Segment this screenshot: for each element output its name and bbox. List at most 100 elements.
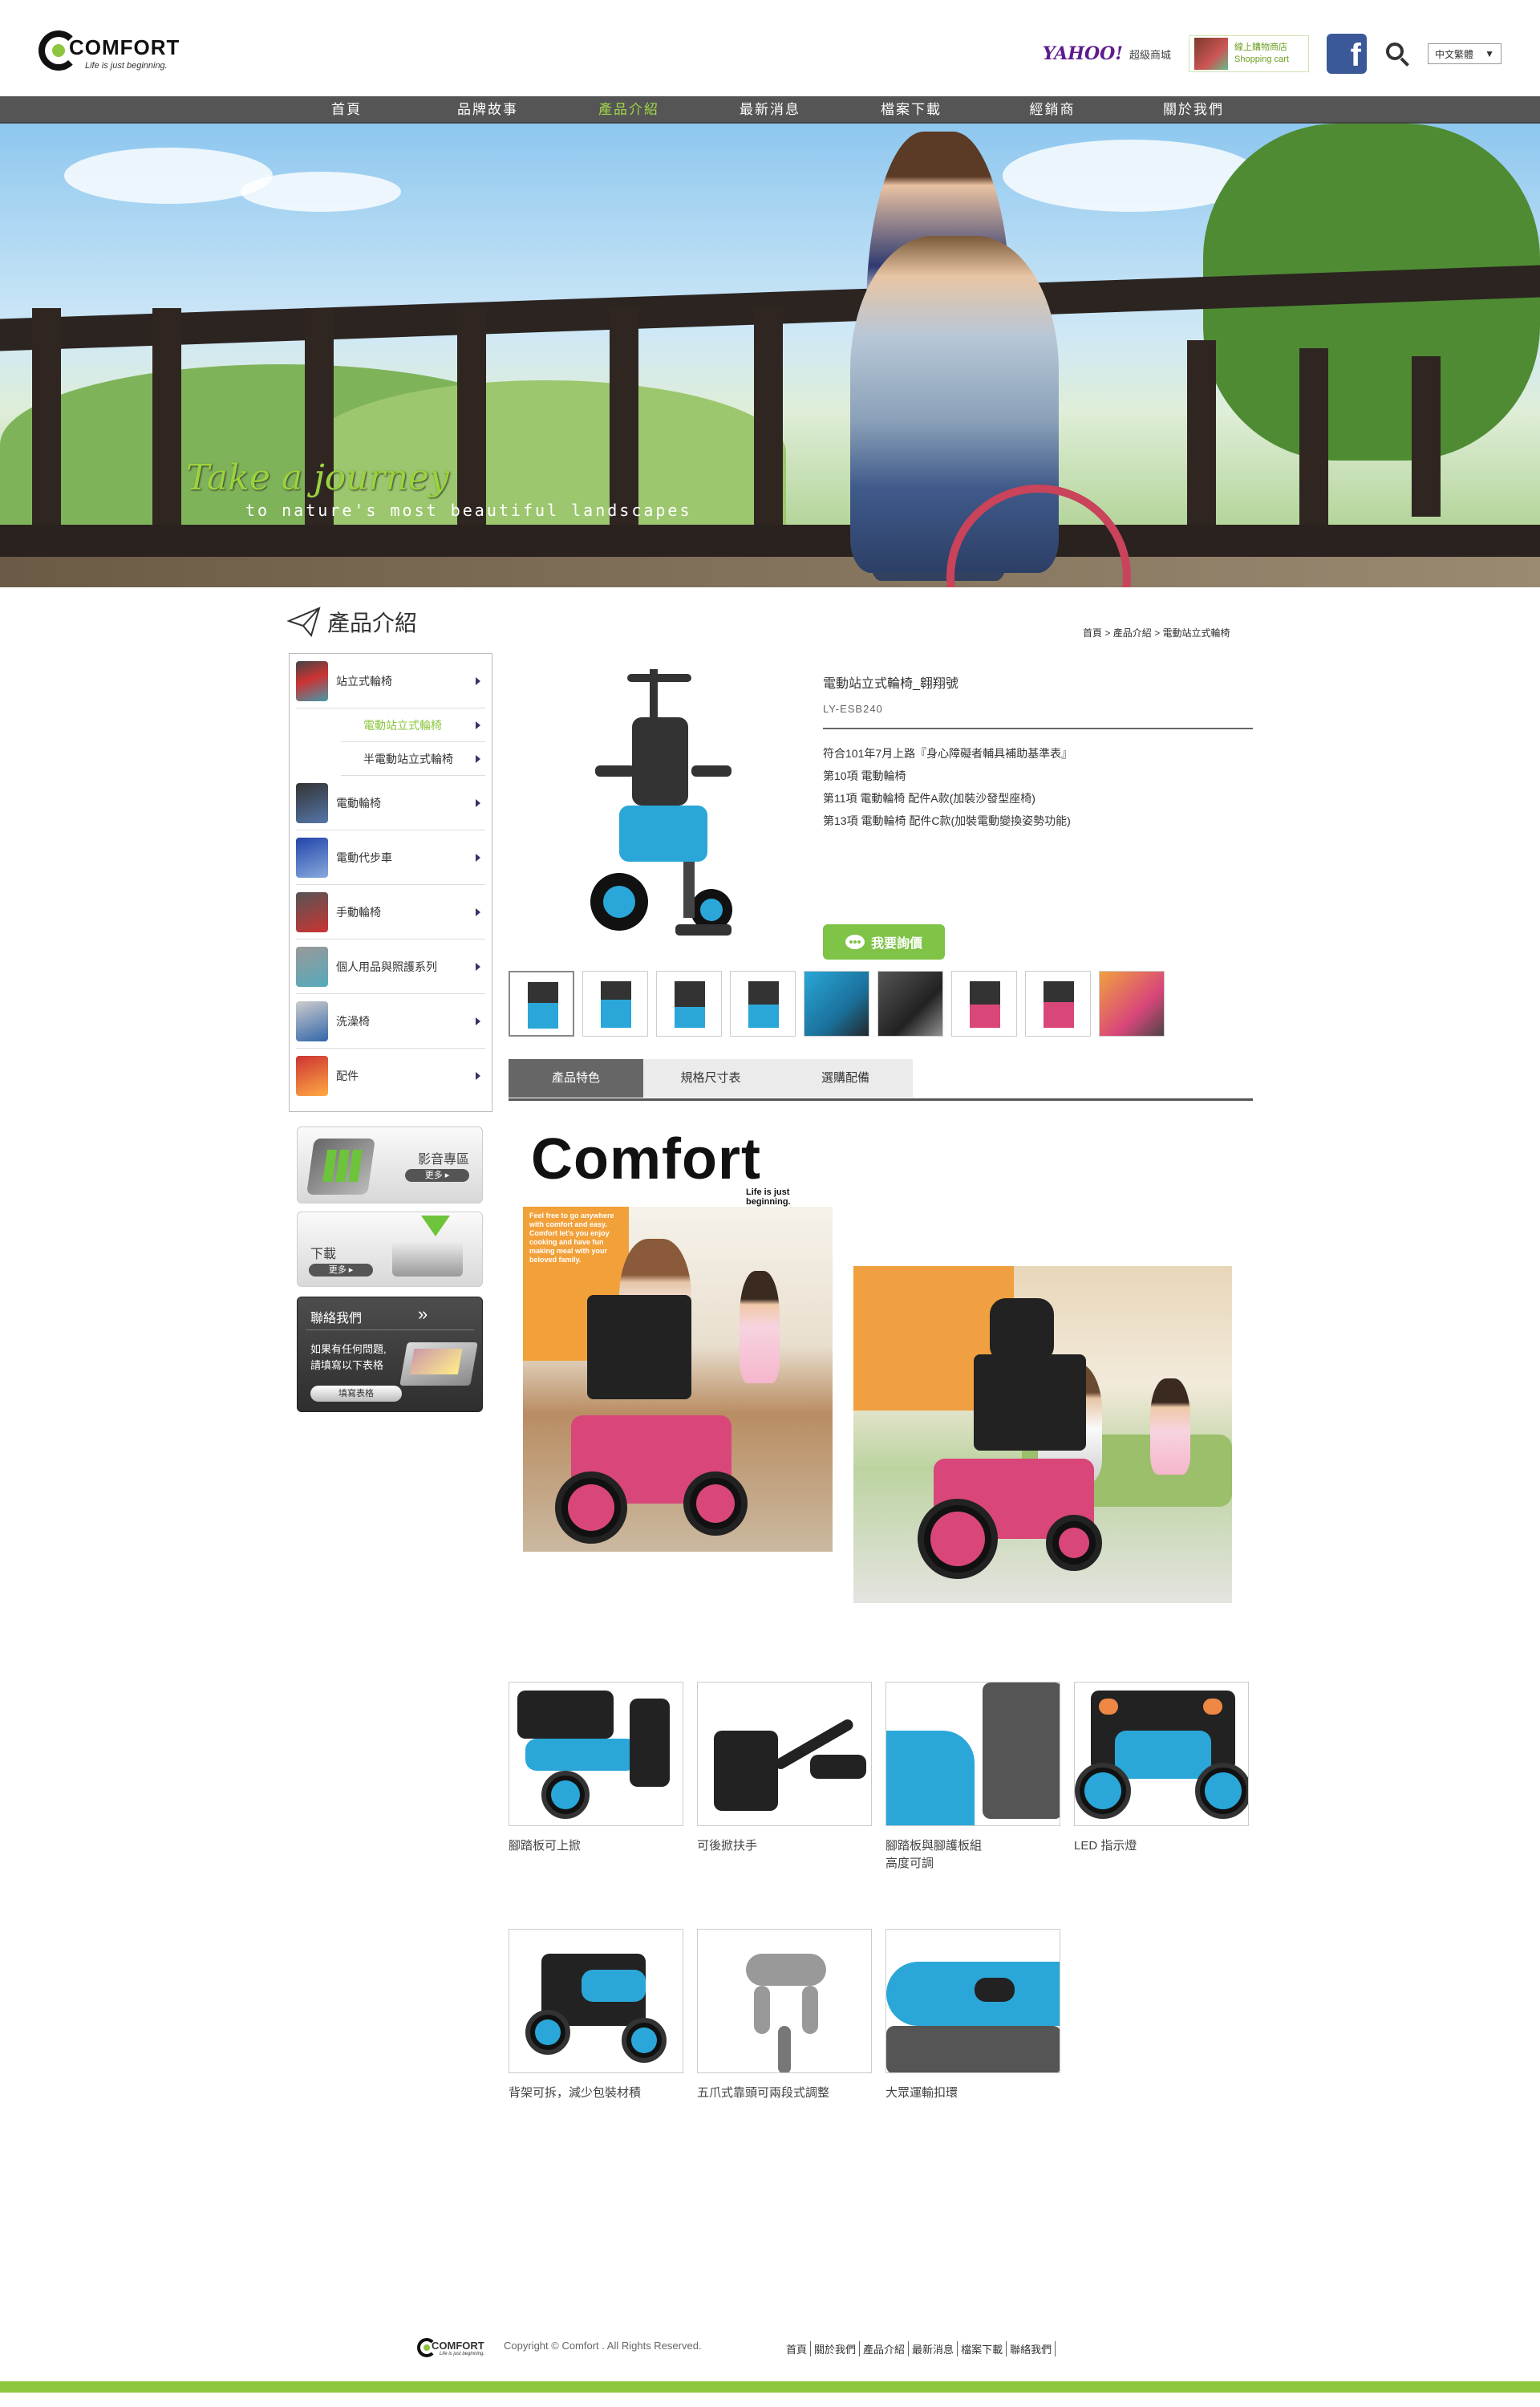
footer-link-contact[interactable]: 聯絡我們 xyxy=(1007,2341,1056,2356)
footer-logo[interactable]: COMFORT Life is just beginning. xyxy=(417,2336,507,2360)
ad-text: Feel free to go anywhere with comfort an… xyxy=(529,1212,614,1264)
feature-item[interactable]: 可後掀扶手 xyxy=(697,1682,872,1855)
feature-caption: 大眾運輸扣環 xyxy=(886,2086,958,2100)
yahoo-mall-link[interactable]: YAHOO! 超級商城 xyxy=(1042,43,1171,64)
product-description: 符合101年7月上路『身心障礙者輔具補助基準表』 第10項 電動輪椅 第11項 … xyxy=(823,742,1253,832)
sidebar-subitem-semi-electric-standing[interactable]: 半電動站立式輪椅 xyxy=(341,742,485,776)
shopping-cart-link[interactable]: 線上購物商店 Shopping cart xyxy=(1189,35,1309,72)
site-header: COMFORT Life is just beginning. YAHOO! 超… xyxy=(0,0,1540,96)
tab-specifications[interactable]: 規格尺寸表 xyxy=(643,1059,778,1098)
fill-form-button[interactable]: 填寫表格 xyxy=(310,1386,402,1402)
banner-subline: to nature's most beautiful landscapes xyxy=(245,501,692,520)
nav-item-about[interactable]: 關於我們 xyxy=(1123,96,1264,122)
product-info: 電動站立式輪椅_翱翔號 LY-ESB240 符合101年7月上路『身心障礙者輔具… xyxy=(823,672,1253,832)
video-zone-card[interactable]: 影音專區 更多 ▸ xyxy=(297,1126,483,1204)
comfort-logo[interactable]: COMFORT Life is just beginning. xyxy=(38,29,207,77)
tab-optional-accessories[interactable]: 選購配備 xyxy=(778,1059,913,1098)
tab-features[interactable]: 產品特色 xyxy=(509,1059,643,1098)
chevron-right-icon xyxy=(476,755,480,763)
product-thumbnail[interactable] xyxy=(582,971,648,1037)
sidebar-item-label: 電動代步車 xyxy=(336,850,392,864)
living-room-image xyxy=(853,1266,1232,1603)
product-thumbnail[interactable] xyxy=(730,971,796,1037)
footer-link-news[interactable]: 最新消息 xyxy=(909,2341,958,2356)
feature-item[interactable]: 腳踏板與腳護板組 高度可調 xyxy=(886,1682,1060,1873)
video-more-button[interactable]: 更多 ▸ xyxy=(405,1169,469,1182)
product-thumbnail[interactable] xyxy=(1099,971,1165,1037)
description-line: 第10項 電動輪椅 xyxy=(823,769,906,782)
product-main-image[interactable] xyxy=(563,669,764,950)
sidebar-item-scooter[interactable]: 電動代步車 xyxy=(296,830,485,885)
product-thumbnail[interactable] xyxy=(951,971,1017,1037)
sidebar-item-shower-chair[interactable]: 洗澡椅 xyxy=(296,994,485,1049)
nav-item-dealers[interactable]: 經銷商 xyxy=(982,96,1123,122)
inquire-button[interactable]: 我要詢價 xyxy=(823,924,945,960)
feature-item[interactable]: LED 指示燈 xyxy=(1074,1682,1249,1855)
product-tabs: 產品特色 規格尺寸表 選購配備 xyxy=(509,1059,1253,1101)
product-thumbnail[interactable] xyxy=(877,971,943,1037)
product-thumbnail[interactable] xyxy=(656,971,722,1037)
product-thumbnail[interactable] xyxy=(1025,971,1091,1037)
nav-item-home[interactable]: 首頁 xyxy=(276,96,417,122)
feature-item[interactable]: 背架可拆，減少包裝材積 xyxy=(509,1929,683,2102)
footer-link-about[interactable]: 關於我們 xyxy=(811,2341,861,2356)
shop-line1: 線上購物商店 xyxy=(1234,43,1287,52)
chevron-right-icon xyxy=(476,798,480,807)
facebook-icon[interactable]: f xyxy=(1327,34,1367,74)
download-arrow-icon xyxy=(421,1216,450,1236)
feature-item[interactable]: 大眾運輸扣環 xyxy=(886,1929,1060,2102)
chevron-right-icon xyxy=(476,721,480,729)
sidebar-item-manual-wheelchair[interactable]: 手動輪椅 xyxy=(296,885,485,940)
sidebar-item-accessories[interactable]: 配件 xyxy=(296,1049,485,1103)
footer-link-home[interactable]: 首頁 xyxy=(783,2341,812,2356)
footer-link-downloads[interactable]: 檔案下載 xyxy=(958,2341,1007,2356)
feature-image xyxy=(509,1929,683,2073)
breadcrumb-home[interactable]: 首頁 xyxy=(1083,627,1102,639)
double-chevron-icon: » xyxy=(418,1304,428,1324)
nav-item-brand-story[interactable]: 品牌故事 xyxy=(417,96,558,122)
nav-item-products[interactable]: 產品介紹 xyxy=(558,96,699,122)
feature-image xyxy=(509,1682,683,1826)
sidebar-item-label: 站立式輪椅 xyxy=(336,674,392,688)
feature-image xyxy=(697,1682,872,1826)
feature-image xyxy=(886,1682,1060,1826)
contact-card[interactable]: 聯絡我們 » 如果有任何問題, 請填寫以下表格 填寫表格 xyxy=(297,1297,483,1412)
feature-caption: 腳踏板可上掀 xyxy=(509,1839,582,1853)
feature-image xyxy=(886,1929,1060,2073)
chevron-right-icon xyxy=(476,853,480,862)
sidebar-subitem-electric-standing[interactable]: 電動站立式輪椅 xyxy=(341,708,485,742)
ad-brand: Comfort xyxy=(531,1127,761,1191)
feature-item[interactable]: 五爪式靠頭可兩段式調整 xyxy=(697,1929,872,2102)
yahoo-logo: YAHOO! xyxy=(1042,43,1123,64)
category-thumbnail xyxy=(296,1001,328,1041)
breadcrumb-sep: > xyxy=(1154,627,1161,639)
sidebar-item-personal-care[interactable]: 個人用品與照護系列 xyxy=(296,940,485,994)
breadcrumb-sep: > xyxy=(1104,627,1111,639)
footer-link-products[interactable]: 產品介紹 xyxy=(860,2341,910,2356)
chevron-right-icon xyxy=(476,1017,480,1025)
sidebar-subitem-label: 半電動站立式輪椅 xyxy=(363,753,453,765)
breadcrumb-category[interactable]: 產品介紹 xyxy=(1113,627,1152,639)
paper-plane-icon xyxy=(286,607,321,638)
feature-item[interactable]: 腳踏板可上掀 xyxy=(509,1682,683,1855)
language-selected: 中文繁體 xyxy=(1435,48,1474,60)
feature-caption: LED 指示燈 xyxy=(1074,1839,1137,1853)
language-select[interactable]: 中文繁體 ▼ xyxy=(1428,43,1502,64)
nav-item-news[interactable]: 最新消息 xyxy=(699,96,841,122)
header-links: YAHOO! 超級商城 線上購物商店 Shopping cart f 中文繁體 … xyxy=(1043,34,1502,74)
category-thumbnail xyxy=(296,782,328,823)
download-more-button[interactable]: 更多 ▸ xyxy=(309,1264,373,1277)
category-thumbnail xyxy=(296,837,328,878)
sidebar-item-electric-wheelchair[interactable]: 電動輪椅 xyxy=(296,776,485,830)
ad-slogan: Life is just beginning. xyxy=(746,1187,791,1207)
sidebar-item-standing-wheelchair[interactable]: 站立式輪椅 xyxy=(296,654,485,708)
nav-item-downloads[interactable]: 檔案下載 xyxy=(841,96,982,122)
feature-caption: 可後掀扶手 xyxy=(697,1839,758,1853)
sidebar-item-label: 手動輪椅 xyxy=(336,905,381,919)
product-thumbnail[interactable] xyxy=(804,971,869,1037)
contact-title: 聯絡我們 xyxy=(310,1312,363,1325)
product-thumbnail[interactable] xyxy=(509,971,574,1037)
download-card[interactable]: 下載 更多 ▸ xyxy=(297,1212,483,1287)
logo-word: COMFORT xyxy=(69,35,180,59)
search-icon[interactable] xyxy=(1384,41,1410,67)
